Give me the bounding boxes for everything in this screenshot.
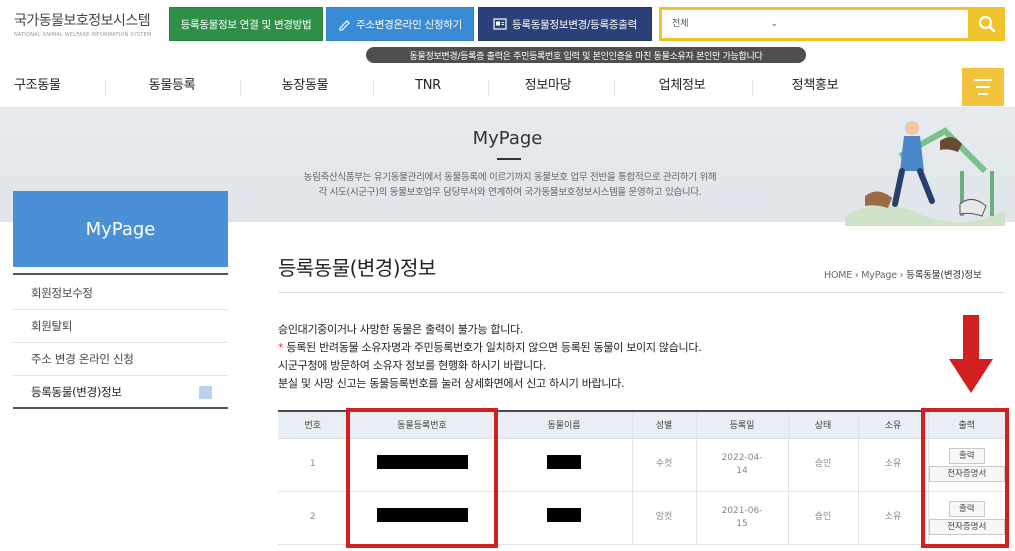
cell-sex: 암컷 [632,491,697,545]
cell-ownership: 소유 [858,438,929,492]
cell-status: 승인 [788,491,859,545]
banner-divider [497,158,521,160]
nav-tnr[interactable]: TNR [398,66,458,108]
page: 국가동물보호정보시스템 NATIONAL ANIMAL WELFARE INFO… [0,0,1015,551]
title-divider [278,292,1005,293]
cell-animal-name [496,491,633,545]
sidebar-title: MyPage [13,191,228,267]
sidebar-item-label: 회원탈퇴 [31,319,73,333]
cell-animal-name [496,438,633,492]
top-header: 국가동물보호정보시스템 NATIONAL ANIMAL WELFARE INFO… [0,0,1015,63]
certificate-icon [493,18,507,30]
col-header-number: 번호 [278,412,349,439]
hamburger-menu-button[interactable] [962,68,1004,106]
main-nav: 구조동물 동물등록 농장동물 TNR 정보마당 업체정보 정책홍보 [0,66,1015,108]
logo-subtitle: NATIONAL ANIMAL WELFARE INFORMATION SYST… [14,32,152,38]
sidebar-item-edit-member-info[interactable]: 회원정보수정 [13,277,228,310]
nav-divider [488,79,489,95]
highlight-print-column [921,408,1009,548]
banner-desc-line: 각 시도(시군구)의 동물보호업무 담당부서와 연계하여 국가동물보호정보시스템… [318,187,702,198]
page-title: 등록동물(변경)정보 [278,256,436,280]
logo-title: 국가동물보호정보시스템 [14,13,151,29]
sidebar-item-label: 회원정보수정 [31,286,93,300]
notice-line: 승인대기중이거나 사망한 동물은 출력이 불가능 합니다. [278,323,524,336]
search-input[interactable] [792,13,967,35]
redacted-block [547,455,581,469]
cell-registration-date: 2021-06- 15 [696,491,789,545]
redacted-block [547,508,581,522]
banner-description: 농림축산식품부는 유기동물관리에서 동물등록에 이르기까지 동물보호 업무 전반… [230,170,790,200]
breadcrumb: HOME › MyPage › 등록동물(변경)정보 [824,267,982,281]
sidebar-item-withdraw[interactable]: 회원탈퇴 [13,310,228,343]
cell-number: 1 [278,438,349,492]
cell-registration-date: 2022-04- 14 [696,438,789,492]
nav-divider [752,79,753,95]
nav-business-info[interactable]: 업체정보 [642,66,722,108]
col-header-status: 상태 [788,412,859,439]
sidebar-item-label: 주소 변경 온라인 신청 [31,352,134,366]
nav-info-center[interactable]: 정보마당 [508,66,588,108]
nav-divider [240,79,241,95]
cell-ownership: 소유 [858,491,929,545]
address-change-button[interactable]: 주소변경온라인 신청하기 [326,7,474,41]
breadcrumb-mypage[interactable]: MyPage [861,270,897,281]
search-category-select[interactable]: 전체 ⌄ [666,14,786,34]
button-label: 등록동물정보변경/등록증출력 [512,18,637,31]
cell-sex: 수컷 [632,438,697,492]
cell-status: 승인 [788,438,859,492]
sidebar-divider [13,273,228,275]
required-star: * [278,341,284,354]
date-part: 2022-04- [721,452,763,463]
nav-policy-promotion[interactable]: 정책홍보 [775,66,855,108]
active-indicator-icon [199,386,212,399]
nav-divider [614,79,615,95]
notice-line: 시군구청에 방문하여 소유자 정보를 현행화 하시기 바랍니다. [278,359,546,372]
notice-line: * 등록된 반려동물 소유자명과 주민등록번호가 일치하지 않으면 등록된 동물… [278,339,702,355]
search-button[interactable] [968,7,1005,41]
col-header-ownership: 소유 [858,412,929,439]
breadcrumb-home[interactable]: HOME [824,270,852,281]
date-part: 14 [736,465,748,476]
registration-info-change-button[interactable]: 등록동물정보변경/등록증출력 [478,7,652,41]
notice-line: 분실 및 사망 신고는 동물등록번호를 눌러 상세화면에서 신고 하시기 바랍니… [278,377,625,390]
breadcrumb-current: 등록동물(변경)정보 [906,270,982,281]
highlight-registration-number-column [346,408,498,548]
arrow-down-icon [949,315,993,393]
search-category-value: 전체 [672,19,689,29]
col-header-sex: 성별 [632,412,697,439]
date-part: 2021-06- [721,505,763,516]
owner-notice-tooltip: 동물정보변경/등록증 출력은 주민등록번호 입력 및 본인인증을 마친 동물소유… [366,47,806,63]
chevron-down-icon: ⌄ [770,19,778,29]
banner-desc-line: 농림축산식품부는 유기동물관리에서 동물등록에 이르기까지 동물보호 업무 전반… [303,172,717,183]
person-with-dogs-illustration [845,121,1005,226]
sidebar-item-registered-animals[interactable]: 등록동물(변경)정보 [13,376,228,409]
registration-link-guide-button[interactable]: 등록동물정보 연결 및 변경방법 [169,7,323,41]
cell-number: 2 [278,491,349,545]
col-header-animal-name: 동물이름 [496,412,633,439]
nav-rescue-animals[interactable]: 구조동물 [14,66,74,108]
edit-icon [339,19,350,31]
notice-text: 등록된 반려동물 소유자명과 주민등록번호가 일치하지 않으면 등록된 동물이 … [286,341,702,354]
col-header-registration-date: 등록일 [696,412,789,439]
date-part: 15 [736,518,748,529]
nav-divider [373,79,374,95]
nav-animal-registration[interactable]: 동물등록 [132,66,212,108]
site-logo[interactable]: 국가동물보호정보시스템 NATIONAL ANIMAL WELFARE INFO… [14,10,164,38]
button-label: 등록동물정보 연결 및 변경방법 [180,18,312,31]
sidebar-item-address-change[interactable]: 주소 변경 온라인 신청 [13,343,228,376]
search-icon [978,15,995,33]
nav-divider [105,79,106,95]
sidebar-item-label: 등록동물(변경)정보 [31,385,122,399]
button-label: 주소변경온라인 신청하기 [356,18,462,31]
nav-farm-animals[interactable]: 농장동물 [265,66,345,108]
search-bar: 전체 ⌄ [659,7,1005,41]
